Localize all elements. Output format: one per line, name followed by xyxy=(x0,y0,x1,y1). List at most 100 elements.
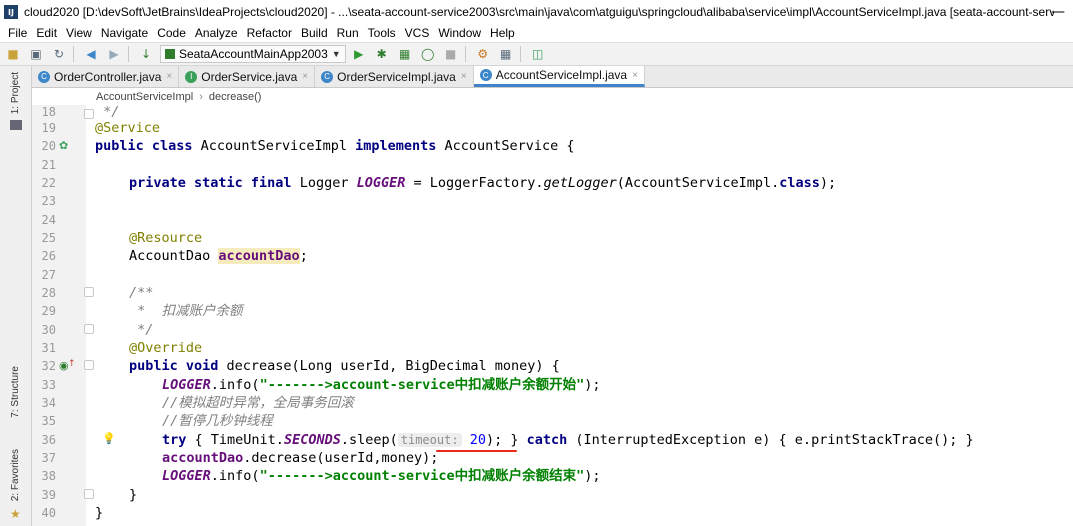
fold-marker[interactable] xyxy=(84,287,94,297)
line-number: 38 xyxy=(41,469,56,483)
code-line-20: public class AccountServiceImpl implemen… xyxy=(95,137,575,155)
code-line-34: //模拟超时异常，全局事务回滚 xyxy=(162,394,354,412)
fold-marker[interactable] xyxy=(84,489,94,499)
run-config-label: SeataAccountMainApp2003 xyxy=(179,47,328,61)
project-structure-icon[interactable]: ⚙ xyxy=(475,46,491,62)
override-arrow-icon[interactable]: ↑ xyxy=(68,355,76,373)
class-icon: C xyxy=(38,70,50,83)
string-literal: "------->account-service中扣减账户余额开始" xyxy=(259,377,585,393)
sync-icon[interactable]: ↻ xyxy=(51,46,67,62)
title-bar: IJ cloud2020 [D:\devSoft\JetBrains\IdeaP… xyxy=(0,0,1073,24)
code-line-30: */ xyxy=(129,321,153,339)
chevron-down-icon: ▼ xyxy=(331,49,341,59)
close-icon[interactable]: × xyxy=(302,71,308,82)
toolbar: ■ ▣ ↻ ◀ ▶ ↓ SeataAccountMainApp2003 ▼ ▶ … xyxy=(0,42,1073,66)
code-text: = LoggerFactory. xyxy=(405,175,544,191)
tab-order-service-impl[interactable]: C OrderServiceImpl.java × xyxy=(315,66,474,87)
menu-help[interactable]: Help xyxy=(490,26,515,40)
code-line-35: //暂停几秒钟线程 xyxy=(162,412,273,430)
line-number: 23 xyxy=(41,194,56,208)
menu-file[interactable]: File xyxy=(8,26,27,40)
menu-analyze[interactable]: Analyze xyxy=(195,26,238,40)
spring-bean-icon[interactable]: ✿ xyxy=(59,137,68,155)
breadcrumb-separator: › xyxy=(199,90,203,103)
menu-navigate[interactable]: Navigate xyxy=(101,26,148,40)
breadcrumb-method[interactable]: decrease() xyxy=(209,91,262,103)
menu-run[interactable]: Run xyxy=(337,26,359,40)
code-text: } xyxy=(129,487,138,503)
back-arrow-icon[interactable]: ◀ xyxy=(83,46,99,62)
menu-refactor[interactable]: Refactor xyxy=(247,26,292,40)
comment: */ xyxy=(129,322,154,338)
red-annotation-underline xyxy=(436,450,517,452)
code-line-28: /** xyxy=(129,284,153,302)
annotation: @Override xyxy=(129,340,203,356)
line-number: 39 xyxy=(41,488,56,502)
menu-build[interactable]: Build xyxy=(301,26,328,40)
code-text: .decrease(userId,money); xyxy=(243,450,439,466)
fold-marker[interactable] xyxy=(84,324,94,334)
lightbulb-icon[interactable]: 💡 xyxy=(102,430,116,448)
code-line-40: } xyxy=(95,504,103,522)
keyword: catch xyxy=(526,432,568,448)
breadcrumb: AccountServiceImpl › decrease() xyxy=(32,88,1073,105)
keyword: class xyxy=(779,175,820,191)
vcs-icon[interactable]: ◫ xyxy=(530,46,546,62)
fold-marker[interactable] xyxy=(84,109,94,119)
code-line-29: * 扣减账户余额 xyxy=(129,302,242,320)
toolbar-divider xyxy=(73,46,74,62)
code-text: AccountDao xyxy=(129,248,219,264)
favorites-tool-tab[interactable]: 2: Favorites xyxy=(10,449,21,501)
code-text: ); xyxy=(819,175,837,191)
profile-icon[interactable]: ◯ xyxy=(420,46,436,62)
line-number: 28 xyxy=(41,286,56,300)
structure-tool-tab[interactable]: 7: Structure xyxy=(10,366,21,418)
line-number: 30 xyxy=(41,323,56,337)
code-text: ; xyxy=(299,248,308,264)
tab-order-controller[interactable]: C OrderController.java × xyxy=(32,66,180,87)
keyword: try xyxy=(162,432,187,448)
menu-window[interactable]: Window xyxy=(438,26,481,40)
code-line-26: AccountDao accountDao; xyxy=(129,247,308,265)
coverage-icon[interactable]: ▦ xyxy=(397,46,413,62)
class-icon: C xyxy=(321,70,334,83)
code-text: ); xyxy=(584,468,601,484)
forward-arrow-icon[interactable]: ▶ xyxy=(106,46,122,62)
project-tool-tab[interactable]: 1: Project xyxy=(10,72,21,114)
menu-vcs[interactable]: VCS xyxy=(405,26,430,40)
sdk-icon[interactable]: ▦ xyxy=(498,46,514,62)
code-line-33: LOGGER.info("------->account-service中扣减账… xyxy=(162,376,601,394)
tab-order-service[interactable]: I OrderService.java × xyxy=(179,66,316,87)
line-number: 19 xyxy=(41,121,56,135)
run-icon[interactable]: ▶ xyxy=(351,46,367,62)
menu-bar: File Edit View Navigate Code Analyze Ref… xyxy=(0,24,1073,42)
code-text: AccountService { xyxy=(436,138,575,154)
close-icon[interactable]: × xyxy=(166,71,172,82)
code-text: .info( xyxy=(210,468,260,484)
breadcrumb-class[interactable]: AccountServiceImpl xyxy=(96,91,193,103)
annotation: @Resource xyxy=(129,230,203,246)
minimize-button[interactable]: — xyxy=(1051,4,1065,20)
menu-code[interactable]: Code xyxy=(157,26,186,40)
code-text: } xyxy=(95,505,104,521)
keyword: public void xyxy=(129,358,219,374)
fold-marker[interactable] xyxy=(84,360,94,370)
run-config-select[interactable]: SeataAccountMainApp2003 ▼ xyxy=(160,45,346,63)
code-line-22: private static final Logger LOGGER = Log… xyxy=(129,174,836,192)
line-number: 25 xyxy=(41,231,56,245)
menu-view[interactable]: View xyxy=(66,26,92,40)
annotation: @Service xyxy=(95,120,161,136)
debug-icon[interactable]: ✱ xyxy=(374,46,390,62)
code-line-36: try { TimeUnit.SECONDS.sleep(timeout: 20… xyxy=(162,431,974,449)
build-icon[interactable]: ↓ xyxy=(138,46,154,62)
tab-account-service-impl[interactable]: C AccountServiceImpl.java × xyxy=(473,66,645,87)
line-number: 32 xyxy=(41,359,56,373)
line-number: 26 xyxy=(41,249,56,263)
save-icon[interactable]: ▣ xyxy=(28,46,44,62)
close-icon[interactable]: × xyxy=(632,70,638,81)
menu-tools[interactable]: Tools xyxy=(368,26,396,40)
stop-icon[interactable]: ■ xyxy=(443,46,459,62)
open-folder-icon[interactable]: ■ xyxy=(5,46,21,62)
menu-edit[interactable]: Edit xyxy=(36,26,57,40)
close-icon[interactable]: × xyxy=(461,71,467,82)
